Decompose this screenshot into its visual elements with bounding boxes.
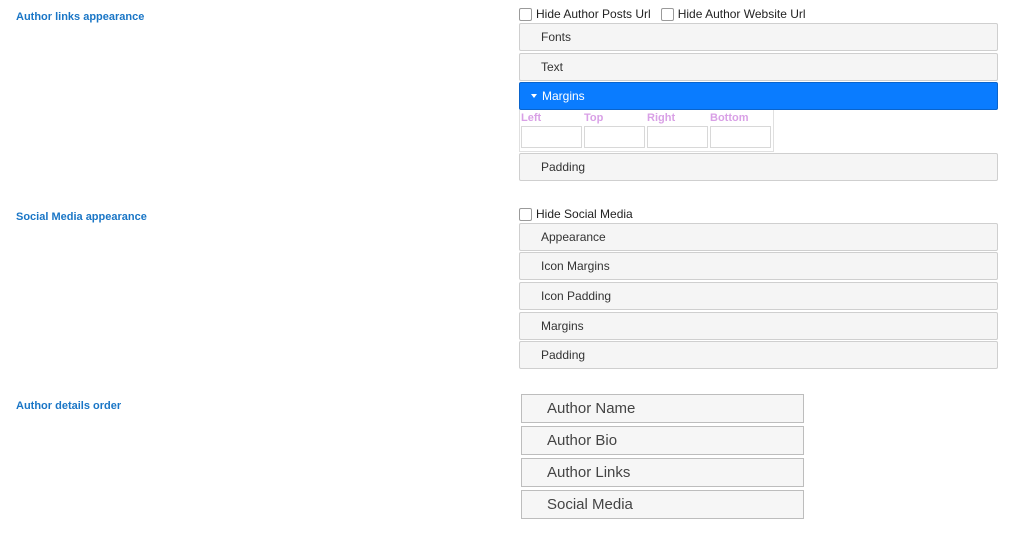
order-item-author-bio[interactable]: Author Bio (521, 426, 804, 455)
author-links-text-panel[interactable]: Text (519, 53, 998, 81)
margin-left-group: Left (521, 110, 582, 148)
social-appearance-panel[interactable]: Appearance (519, 223, 998, 251)
author-links-margins-panel-label: Margins (542, 89, 585, 103)
author-links-margins-panel[interactable]: Margins (519, 82, 998, 110)
margin-top-label: Top (584, 112, 604, 124)
social-icon-margins-panel[interactable]: Icon Margins (519, 252, 998, 280)
margin-bottom-group: Bottom (710, 110, 771, 148)
margin-right-input[interactable] (647, 126, 708, 148)
hide-social-media-label: Hide Social Media (536, 207, 633, 221)
hide-author-website-url-checkbox[interactable] (660, 7, 674, 21)
social-padding-panel[interactable]: Padding (519, 341, 998, 369)
order-item-author-name[interactable]: Author Name (521, 394, 804, 423)
margin-left-label: Left (521, 112, 542, 124)
social-margins-panel[interactable]: Margins (519, 312, 998, 340)
margin-left-input[interactable] (521, 126, 582, 148)
margin-right-label: Right (647, 112, 676, 124)
order-item-author-links[interactable]: Author Links (521, 458, 804, 487)
social-icon-padding-panel[interactable]: Icon Padding (519, 282, 998, 310)
margin-top-input[interactable] (584, 126, 645, 148)
margins-fields-panel: Left Top Right Bottom (519, 110, 774, 152)
caret-down-icon (531, 93, 537, 98)
social-media-appearance-label: Social Media appearance (16, 211, 147, 223)
author-details-order-label: Author details order (16, 400, 122, 412)
author-links-checkbox-row: Hide Author Posts Url Hide Author Websit… (519, 7, 816, 21)
hide-author-posts-url-checkbox[interactable] (519, 7, 532, 21)
author-links-fonts-panel[interactable]: Fonts (519, 23, 998, 51)
margin-bottom-label: Bottom (710, 112, 749, 124)
social-media-checkbox-row: Hide Social Media (519, 207, 643, 221)
hide-author-posts-url-label: Hide Author Posts Url (536, 7, 651, 21)
margin-right-group: Right (647, 110, 708, 148)
author-links-padding-panel[interactable]: Padding (519, 153, 998, 181)
hide-social-media-checkbox[interactable] (519, 207, 532, 221)
author-links-appearance-label: Author links appearance (16, 11, 145, 23)
hide-author-website-url-label: Hide Author Website Url (677, 7, 806, 21)
margin-bottom-input[interactable] (710, 126, 771, 148)
margin-top-group: Top (584, 110, 645, 148)
order-item-social-media[interactable]: Social Media (521, 490, 804, 519)
